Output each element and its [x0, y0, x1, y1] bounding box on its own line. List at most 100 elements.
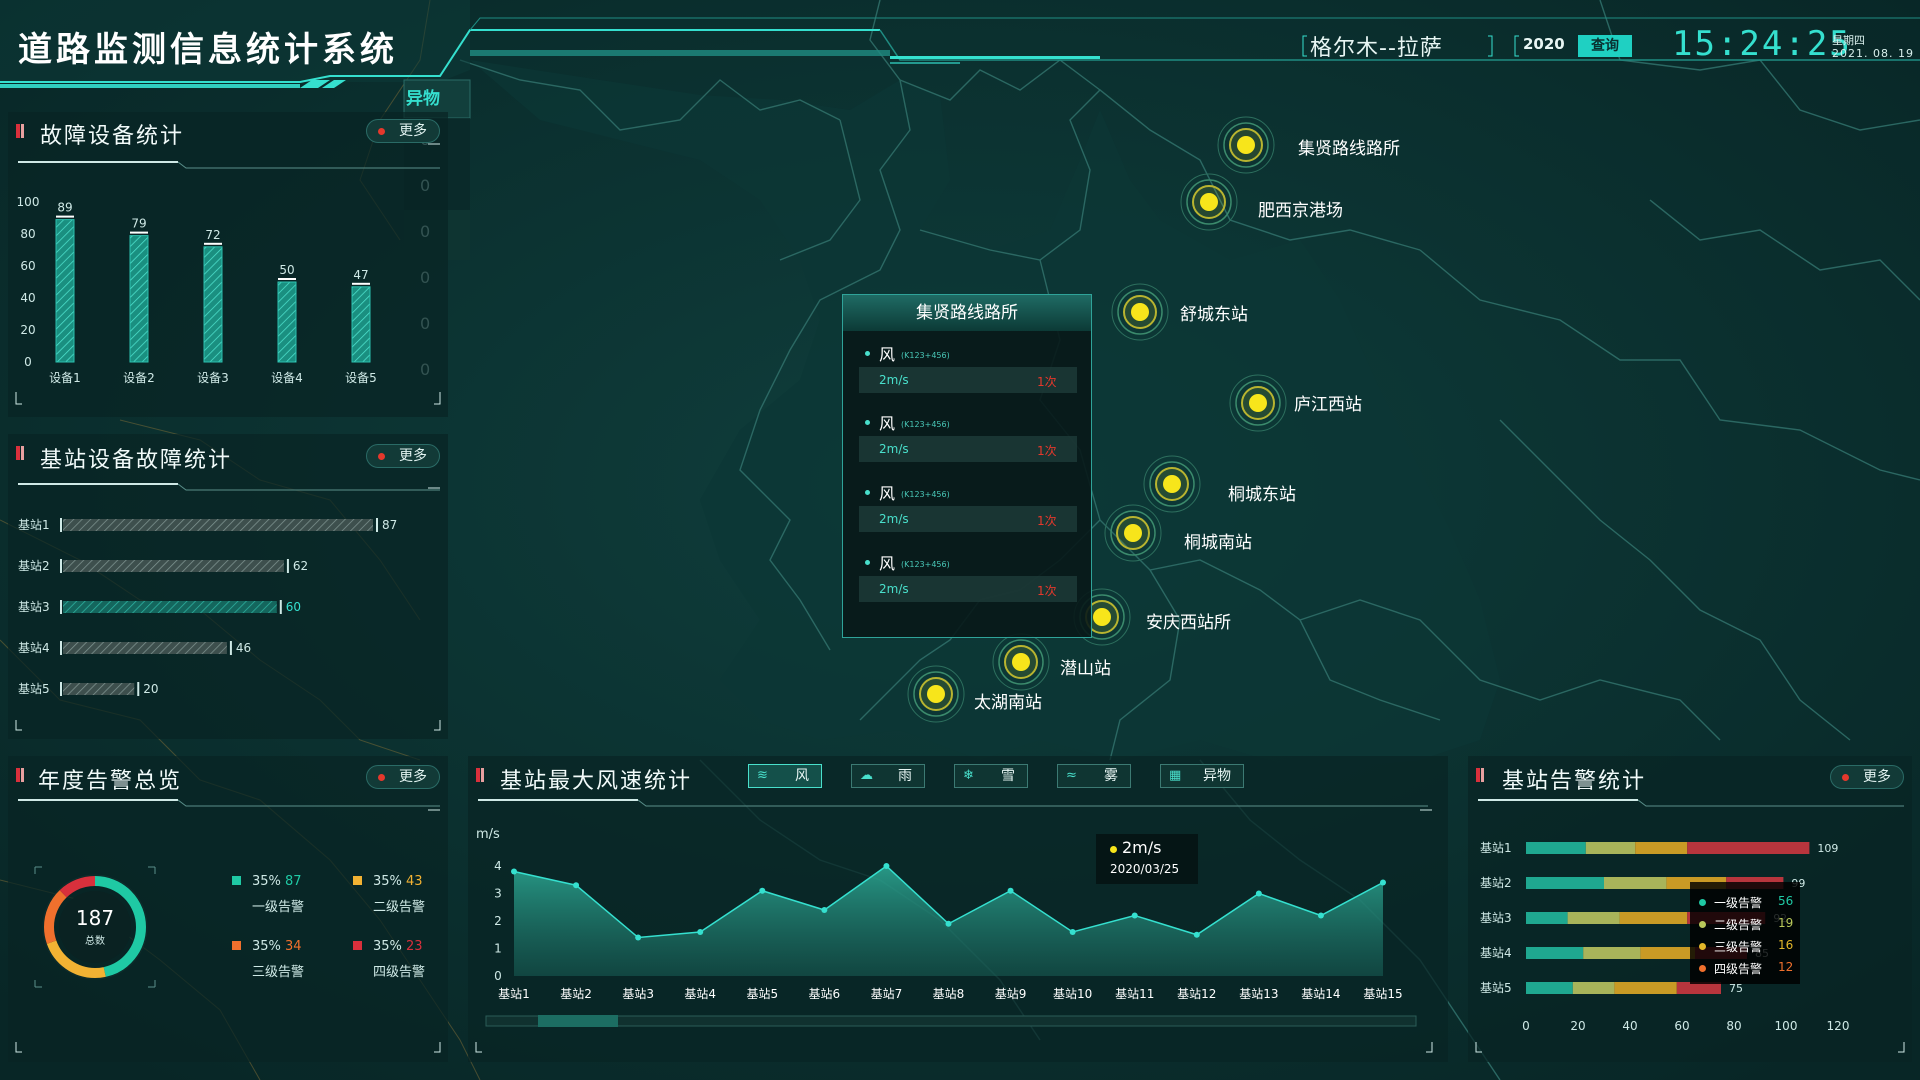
stacked-bar-segment [1687, 842, 1810, 854]
annual-alarm-title: 年度告警总览 [38, 769, 183, 794]
query-button[interactable]: 查询 [1578, 35, 1632, 57]
fault-device-title: 故障设备统计 [40, 124, 185, 149]
route-selector[interactable]: 格尔木--拉萨 [1310, 30, 1443, 62]
y-tick-label: 1 [494, 942, 502, 956]
y-axis-unit: m/s [476, 827, 500, 842]
stacked-bar-segment [1526, 877, 1604, 889]
popup-row-sub: (K123+456) [901, 351, 950, 360]
x-tick-label: 基站5 [746, 987, 778, 1001]
bar-start-tick [60, 559, 62, 573]
page-title: 道路监测信息统计系统 [18, 30, 398, 70]
bar-cap [204, 242, 222, 245]
x-tick-label: 基站6 [809, 987, 841, 1001]
side-tab-label[interactable]: 异物 [406, 84, 440, 109]
stacked-bar-segment [1572, 982, 1615, 994]
legend-name-level3: 三级告警 [252, 965, 305, 980]
bar-start-tick [60, 518, 62, 532]
donut-total: 187 [75, 906, 115, 930]
stacked-bar-segment [1585, 842, 1636, 854]
station-label[interactable]: 庐江西站 [1294, 390, 1362, 415]
bar [63, 601, 277, 613]
bar-value-label: 72 [205, 228, 220, 242]
data-point [1317, 912, 1324, 919]
legend-pct-level4: 35% [373, 939, 402, 954]
y-tick-label: 20 [20, 323, 35, 337]
x-tick-label: 基站11 [1115, 987, 1154, 1001]
popup-row-value: 2m/s [879, 442, 909, 456]
station-label[interactable]: 潜山站 [1060, 654, 1111, 679]
bar [63, 683, 135, 695]
legend-swatch-level2 [353, 876, 362, 885]
bar-cap [130, 231, 148, 234]
wind-speed-chart: m/s 0 1 2 3 4 基站1 基站2 基站3 基站4 基站5 基站6 基站7 基站8 基站9 基站10 基… [476, 827, 1417, 1027]
y-tick-label: 2 [494, 914, 502, 928]
red-dot-icon [1842, 774, 1849, 781]
annual-alarm-more-button[interactable]: 更多 [366, 765, 440, 789]
chart-tooltip: 2m/s 2020/03/25 [1096, 834, 1198, 884]
y-tick-label: 60 [20, 259, 35, 273]
legend-name-level4: 四级告警 [373, 965, 426, 980]
data-point [1007, 887, 1014, 894]
bar [351, 286, 371, 363]
data-point [759, 887, 766, 894]
x-tick-label: 基站8 [933, 987, 965, 1001]
bar [55, 219, 75, 363]
station-label[interactable]: 舒城东站 [1180, 300, 1248, 325]
row-bullet-icon [865, 351, 870, 356]
bar-end-tick [229, 641, 232, 655]
tab-label: 雪 [1001, 768, 1015, 784]
tab-obstacle[interactable]: ▦ 异物 [1160, 764, 1244, 788]
tab-label: 风 [795, 768, 809, 784]
legend-value-level3: 34 [285, 939, 302, 954]
more-label: 更多 [399, 769, 427, 785]
data-point [1193, 931, 1200, 938]
station-label[interactable]: 桐城东站 [1228, 480, 1296, 505]
y-tick-label: 80 [20, 227, 35, 241]
station-fault-more-button[interactable]: 更多 [366, 444, 440, 468]
station-info-popup[interactable]: 集贤路线路所 风 (K123+456) 2m/s 1次 风 (K123+456)… [842, 294, 1092, 638]
more-label: 更多 [399, 448, 427, 464]
station-label[interactable]: 集贤路线路所 [1298, 134, 1400, 159]
cloud-icon: ☁ [860, 768, 873, 783]
bar-end-tick [286, 559, 289, 573]
bar-value-label: 20 [143, 682, 158, 696]
legend-dot-level1 [1699, 899, 1706, 906]
station-fault-chart: 基站1 87 基站2 62 基站3 60 基站4 46 基站5 20 [18, 518, 397, 696]
legend-value-level1: 87 [285, 874, 302, 889]
tooltip-dot-icon [1110, 846, 1117, 853]
x-tick-label: 基站14 [1301, 987, 1340, 1001]
popup-row-value: 2m/s [879, 582, 909, 596]
year-selector[interactable]: 2020 [1523, 35, 1565, 53]
popup-row-count: 1次 [1037, 444, 1057, 458]
tab-rain[interactable]: ☁ 雨 [851, 764, 925, 788]
tab-wind[interactable]: ≋ 风 [748, 764, 822, 788]
station-label[interactable]: 肥西京港场 [1258, 196, 1343, 221]
legend-value-level1: 56 [1778, 894, 1794, 908]
stacked-bar-segment [1604, 877, 1667, 889]
popup-row-sub: (K123+456) [901, 420, 950, 429]
legend-name-level3: 三级告警 [1714, 940, 1763, 954]
tab-snow[interactable]: ❄ 雪 [954, 764, 1028, 788]
x-tick-label: 设备3 [197, 371, 229, 385]
bar-value-label: 60 [286, 600, 301, 614]
station-label[interactable]: 桐城南站 [1184, 528, 1252, 553]
tab-label: 异物 [1203, 768, 1231, 784]
popup-row-count: 1次 [1037, 514, 1057, 528]
legend-name-level1: 一级告警 [252, 900, 305, 915]
data-point [883, 863, 890, 869]
popup-row-sub: (K123+456) [901, 490, 950, 499]
y-tick-label: 基站3 [18, 600, 50, 614]
station-label[interactable]: 太湖南站 [974, 688, 1042, 713]
station-alarm-more-button[interactable]: 更多 [1830, 765, 1904, 789]
y-tick-label: 0 [24, 355, 32, 369]
legend-pct-level1: 35% [252, 874, 281, 889]
red-dot-icon [378, 774, 385, 781]
fault-device-more-button[interactable]: 更多 [366, 119, 440, 143]
x-tick-label: 设备2 [123, 371, 155, 385]
station-label[interactable]: 安庆西站所 [1146, 608, 1231, 633]
stacked-bar-segment [1635, 842, 1688, 854]
data-point [1131, 912, 1138, 919]
y-tick-label: 3 [494, 887, 502, 901]
legend-pct-level2: 35% [373, 874, 402, 889]
tab-fog[interactable]: ≈ 雾 [1057, 764, 1131, 788]
